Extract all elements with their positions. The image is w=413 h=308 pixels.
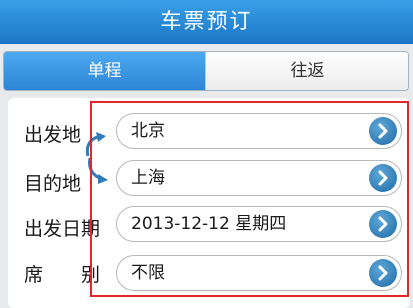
departure-label: 出发地 xyxy=(24,124,82,146)
tab-single-trip[interactable]: 单程 xyxy=(4,52,205,90)
trip-type-tabs: 单程 往返 xyxy=(3,51,409,91)
page-title: 车票预订 xyxy=(160,9,253,33)
date-label: 出发日期 xyxy=(24,218,101,240)
seat-class-label: 席 别 xyxy=(24,264,101,286)
tab-round-trip[interactable]: 往返 xyxy=(205,52,408,90)
destination-label: 目的地 xyxy=(24,173,82,195)
highlight-box xyxy=(90,101,409,297)
app-header: 车票预订 xyxy=(0,0,413,44)
